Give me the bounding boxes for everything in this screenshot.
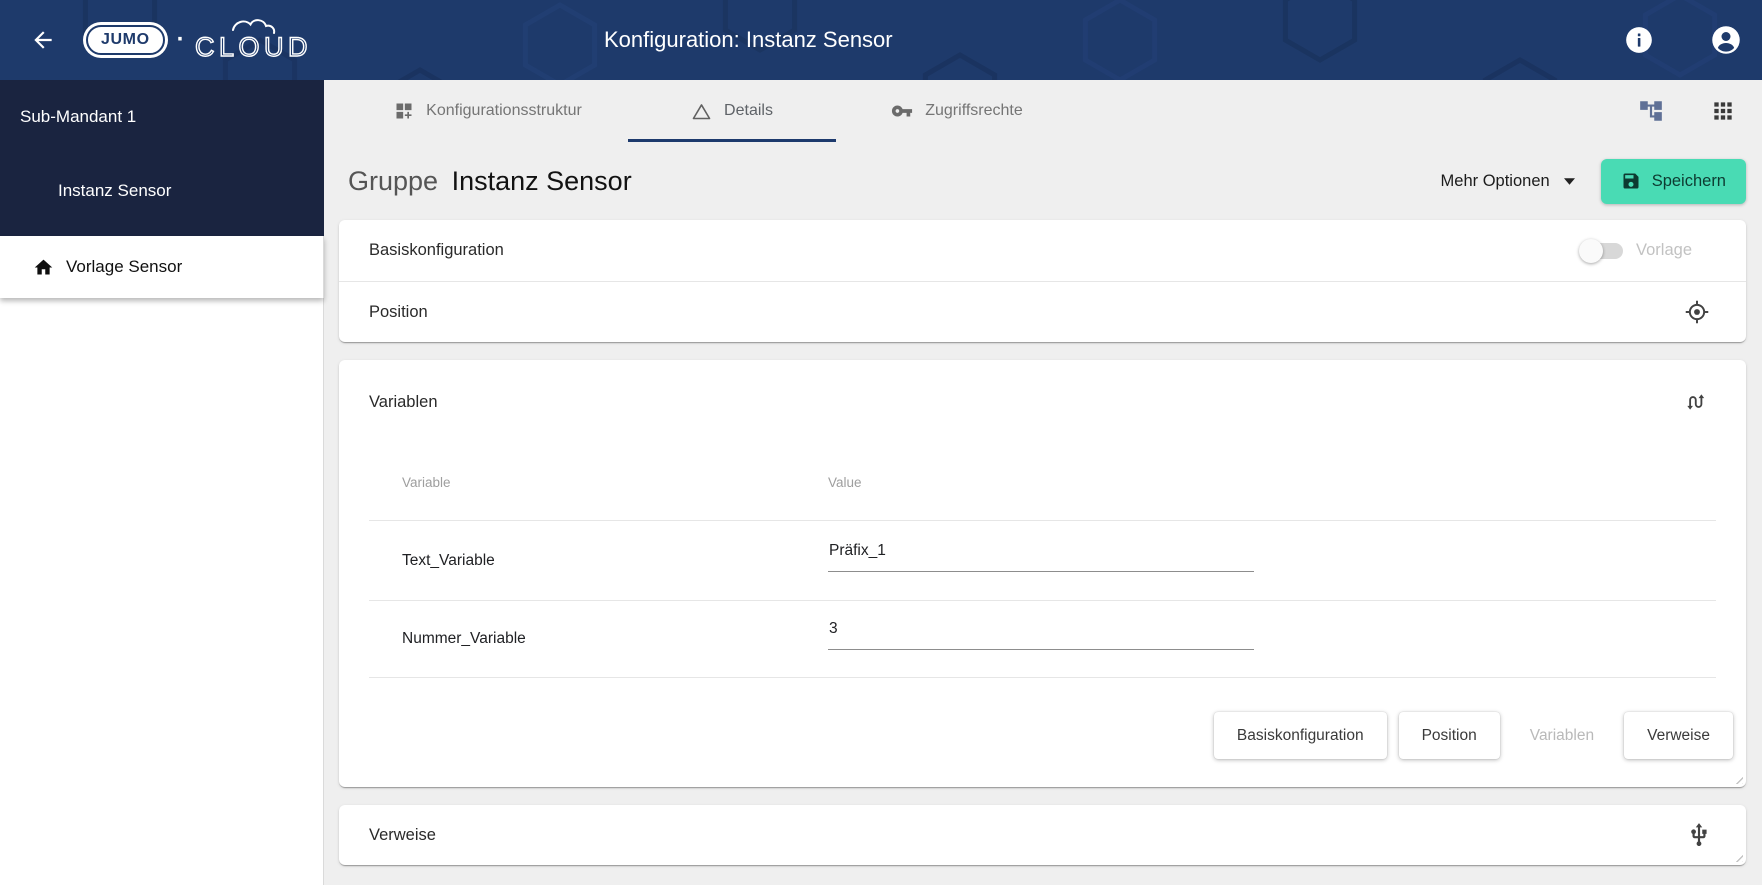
tab-details[interactable]: Details [628, 80, 836, 142]
footer-button-variablen: Variablen [1512, 712, 1612, 759]
vorlage-toggle[interactable] [1579, 238, 1624, 263]
footer-button-verweise[interactable]: Verweise [1624, 712, 1733, 759]
more-options-button[interactable]: Mehr Optionen [1437, 164, 1579, 199]
tab-konfigurationsstruktur[interactable]: Konfigurationsstruktur [354, 80, 622, 142]
more-options-label: Mehr Optionen [1440, 171, 1550, 190]
variablen-label: Variablen [369, 392, 438, 411]
info-icon[interactable] [1625, 26, 1653, 54]
variablen-table: Variable Value Text_Variable Nummer_Vari… [369, 444, 1716, 678]
group-heading-name: Instanz Sensor [451, 165, 632, 196]
details-triangle-icon [692, 103, 711, 119]
position-target-icon[interactable] [1684, 299, 1710, 325]
position-row: Position [339, 281, 1746, 342]
tab-zugriffsrechte[interactable]: Zugriffsrechte [842, 80, 1072, 142]
jumo-logo: JUMO [86, 25, 165, 55]
column-header-value: Value [828, 474, 862, 490]
svg-text:CLOUD: CLOUD [195, 32, 312, 62]
table-header-row: Variable Value [369, 444, 1716, 521]
column-header-variable: Variable [402, 474, 451, 490]
tab-label: Konfigurationsstruktur [426, 102, 582, 119]
table-row: Text_Variable [369, 521, 1716, 601]
dashboard-customize-icon [396, 103, 412, 119]
jumo-logo-text: JUMO [101, 31, 150, 48]
tab-label: Details [724, 102, 773, 119]
sidebar-item-sub-mandant[interactable]: Sub-Mandant 1 [20, 106, 314, 128]
sidebar-empty-area [0, 298, 324, 885]
sidebar-item-instanz-sensor[interactable]: Instanz Sensor [58, 180, 314, 202]
jumo-cloud-logo: JUMO · CLOUD [86, 13, 315, 67]
save-button-label: Speichern [1651, 171, 1726, 190]
sidebar-item-vorlage-sensor[interactable]: Vorlage Sensor [0, 236, 324, 298]
save-icon [1623, 173, 1639, 189]
basis-position-card: Basiskonfiguration Vorlage Position [339, 220, 1746, 342]
table-row: Nummer_Variable [369, 601, 1716, 678]
brand-separator: · [176, 26, 185, 53]
footer-button-position[interactable]: Position [1398, 712, 1500, 759]
tree-structure-icon[interactable] [1638, 98, 1664, 124]
account-icon[interactable] [1711, 25, 1741, 55]
section-jump-buttons: Basiskonfiguration Position Variablen Ve… [339, 678, 1746, 787]
key-icon [892, 105, 913, 117]
cloud-logo: CLOUD [194, 19, 312, 63]
verweise-label: Verweise [369, 825, 436, 844]
text-variable-input[interactable] [828, 541, 1254, 572]
sidebar-item-label: Vorlage Sensor [66, 257, 183, 276]
toggle-knob [1579, 238, 1604, 263]
position-label: Position [369, 302, 428, 321]
variable-name: Nummer_Variable [402, 630, 526, 647]
variablen-card: Variablen Variable Value Text_Variable P… [339, 360, 1746, 787]
footer-button-basiskonfiguration[interactable]: Basiskonfiguration [1213, 712, 1387, 759]
save-button[interactable]: Speichern [1600, 158, 1746, 204]
tab-bar: Konfigurationsstruktur Details Zugriffsr… [324, 80, 1762, 142]
sidebar: Sub-Mandant 1 Instanz Sensor Vorlage Sen… [0, 80, 324, 885]
page-title: Konfiguration: Instanz Sensor [604, 27, 893, 52]
app-window: JUMO · CLOUD Konfiguration: Instanz Sens… [0, 0, 1762, 885]
basiskonfiguration-row: Basiskonfiguration Vorlage [339, 220, 1746, 281]
variable-name: Text_Variable [402, 551, 495, 569]
home-icon [34, 259, 53, 274]
vorlage-toggle-label: Vorlage [1636, 241, 1692, 259]
caret-down-icon [1563, 177, 1575, 185]
sort-swap-icon[interactable] [1682, 389, 1708, 415]
nummer-variable-input[interactable] [828, 620, 1254, 650]
group-heading: Gruppe Instanz Sensor [348, 166, 632, 197]
tab-label: Zugriffsrechte [925, 102, 1023, 119]
top-bar: JUMO · CLOUD Konfiguration: Instanz Sens… [0, 0, 1762, 80]
usb-icon[interactable] [1686, 822, 1712, 848]
group-heading-prefix: Gruppe [348, 165, 439, 196]
toolbar: Gruppe Instanz Sensor Mehr Optionen Spei… [324, 142, 1762, 220]
verweise-card: Verweise [339, 805, 1746, 865]
back-arrow-icon[interactable] [30, 27, 56, 53]
apps-grid-icon[interactable] [1710, 98, 1736, 124]
basiskonfiguration-label: Basiskonfiguration [369, 241, 504, 259]
sidebar-tree-top: Sub-Mandant 1 Instanz Sensor [0, 80, 324, 236]
